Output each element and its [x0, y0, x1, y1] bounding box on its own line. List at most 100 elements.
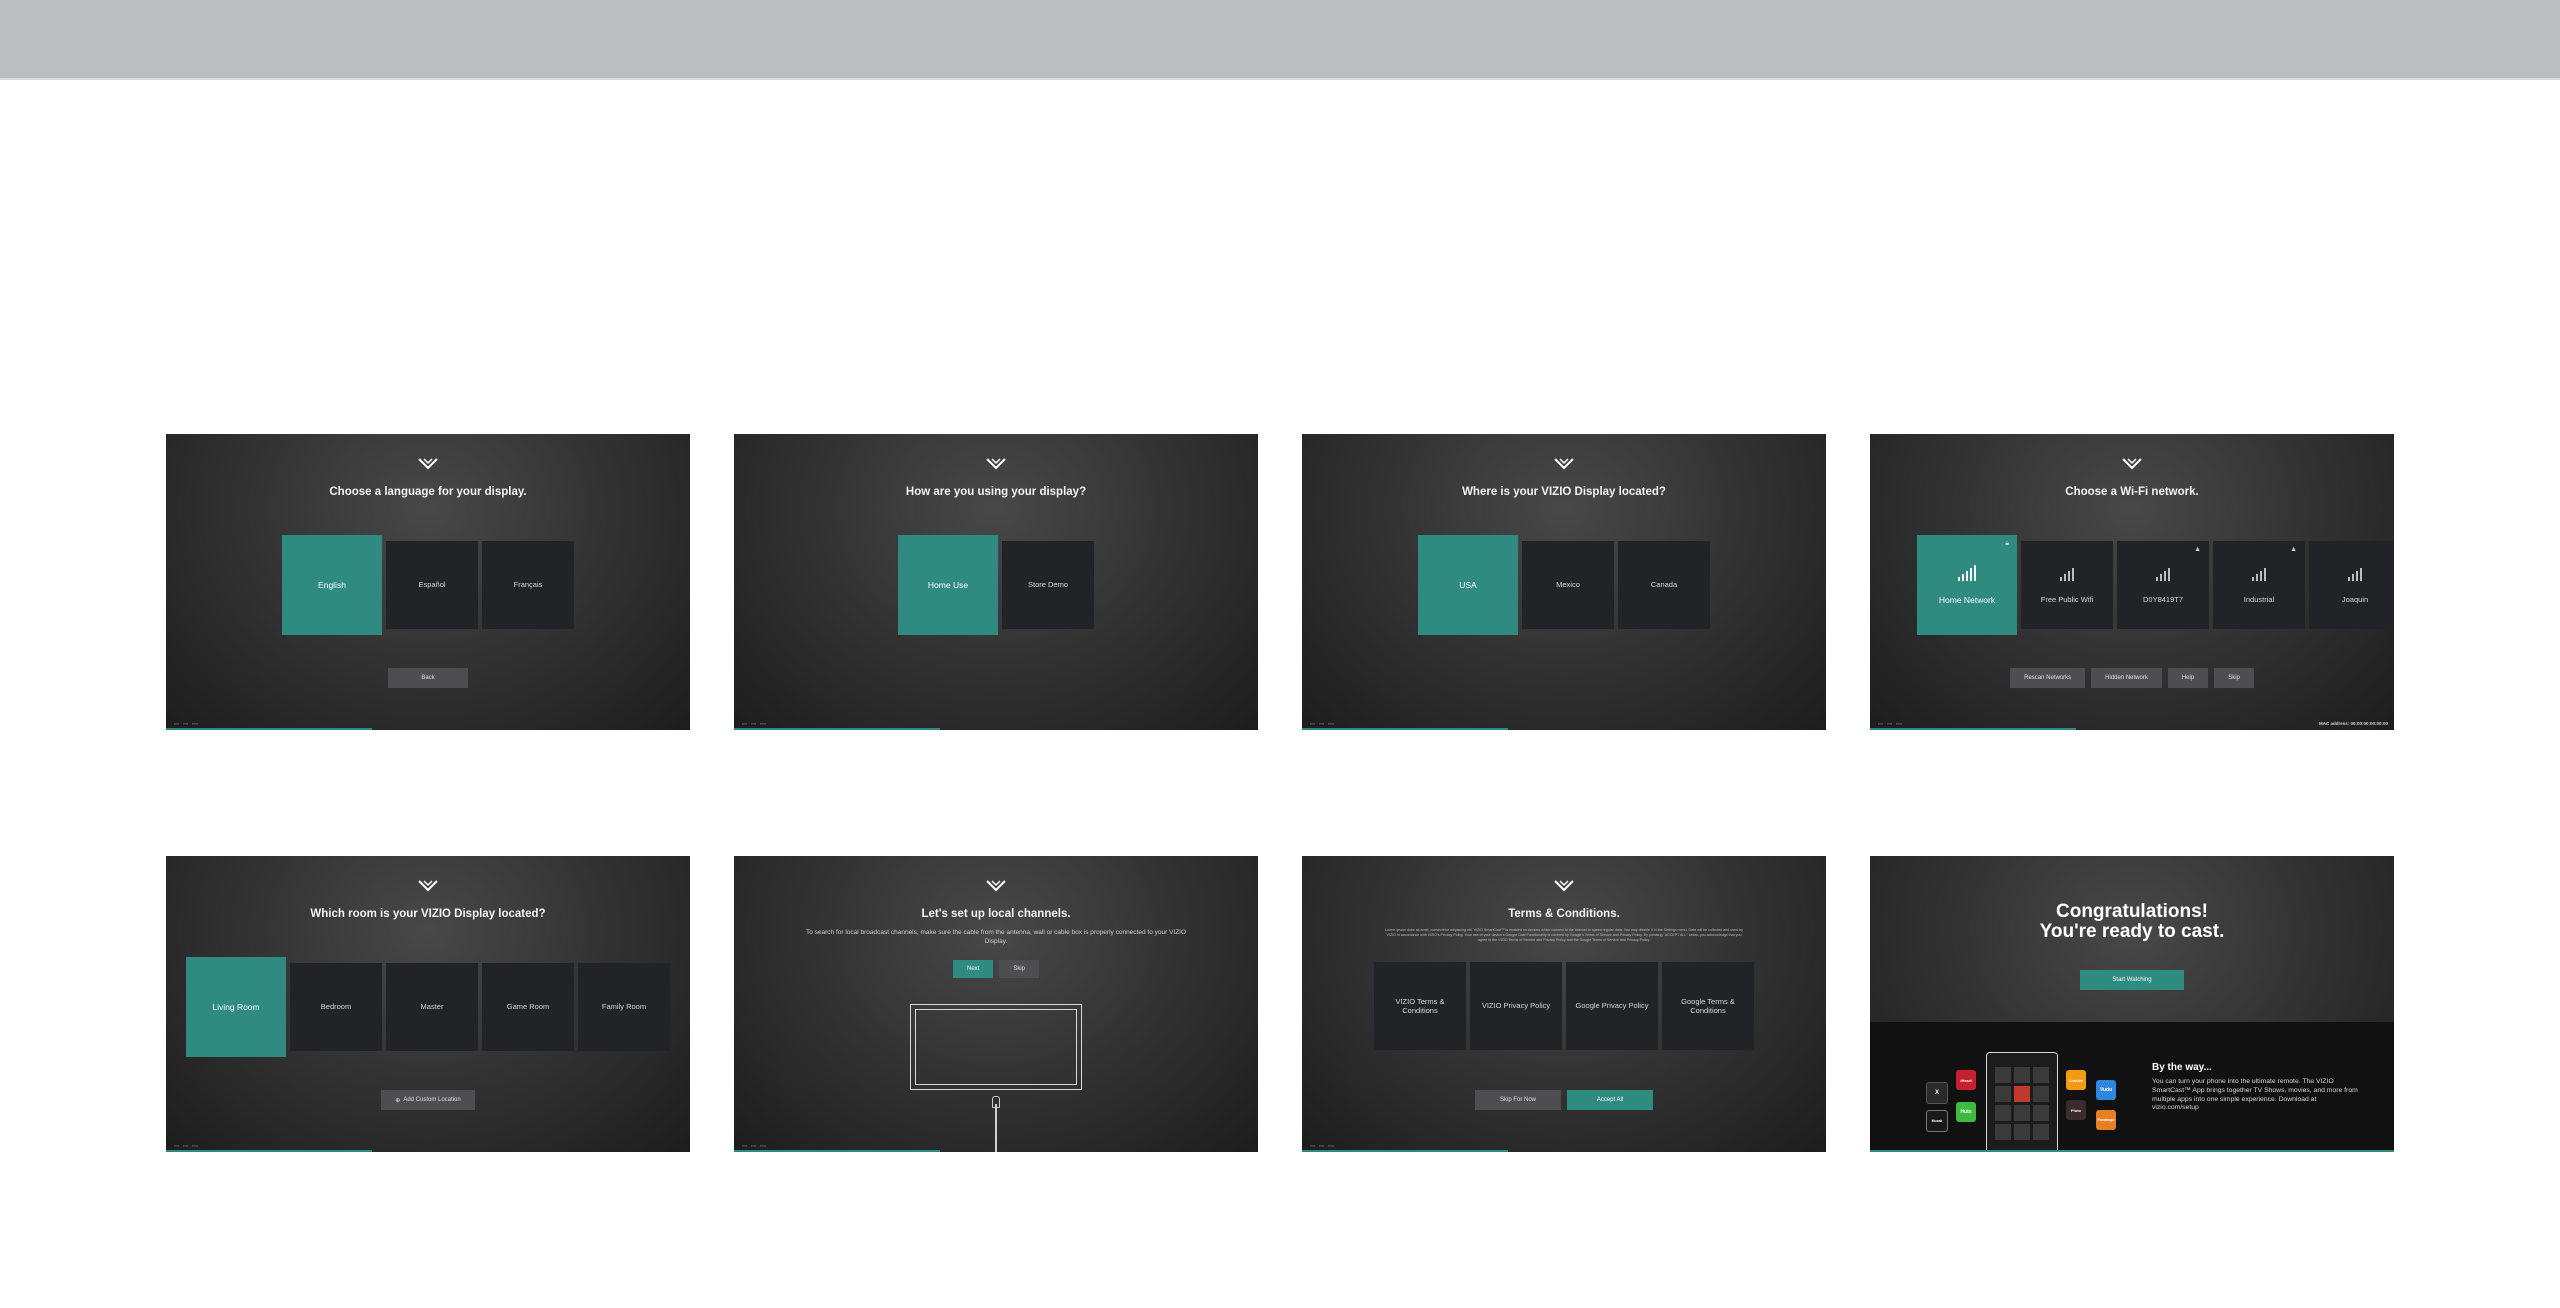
screen-usage: How are you using your display? Home Use… [734, 434, 1258, 730]
hidden-network-button[interactable]: Hidden Network [2091, 668, 2162, 688]
crackle-app-icon: Crackle [2066, 1070, 2086, 1090]
network-name: Joaquin [2341, 595, 2369, 605]
skip-button[interactable]: Skip [2214, 668, 2254, 688]
lock-icon: 🔒︎ [2005, 540, 2009, 547]
network-name: Free Public Wifi [2040, 595, 2094, 605]
progress-bar [1302, 728, 1508, 730]
wifi-signal-icon [2348, 565, 2362, 582]
skip-button[interactable]: Skip [999, 960, 1039, 978]
tile-master[interactable]: Master [386, 963, 478, 1051]
fandango-app-icon: Fandango [2096, 1110, 2116, 1130]
description: To search for local broadcast channels, … [805, 929, 1187, 945]
page-title: How are you using your display? [905, 486, 1087, 498]
network-joaquin[interactable]: Joaquin [2309, 541, 2394, 629]
breadcrumb: ▪▪▪▪ ▪▪▪▪ ▪▪▪▪▪ [742, 1144, 767, 1148]
tile-family-room[interactable]: Family Room [578, 963, 670, 1051]
progress-bar [1870, 728, 2076, 730]
breadcrumb: ▪▪▪▪ ▪▪▪▪ ▪▪▪▪▪ [174, 722, 199, 726]
tile-bedroom[interactable]: Bedroom [290, 963, 382, 1051]
breadcrumb: ▪▪▪▪ ▪▪▪▪ ▪▪▪▪▪ [1310, 722, 1335, 726]
start-watching-button[interactable]: Start Watching [2080, 970, 2184, 990]
muzak-app-icon: Muzak [1926, 1110, 1948, 1132]
vizio-logo-icon [986, 458, 1006, 470]
wifi-signal-icon [2060, 565, 2074, 582]
cable-illustration [995, 1104, 997, 1152]
tv-illustration [910, 1004, 1082, 1090]
top-banner [0, 0, 2560, 80]
congrats-heading: Congratulations! You're ready to cast. [1870, 902, 2394, 942]
progress-bar [166, 1150, 372, 1152]
accept-all-button[interactable]: Accept All [1567, 1090, 1653, 1110]
vizio-logo-icon [986, 880, 1006, 892]
tile-vizio-terms[interactable]: VIZIO Terms & Conditions [1374, 962, 1466, 1050]
breadcrumb: ▪▪▪▪ ▪▪▪▪ ▪▪▪▪▪ [1878, 722, 1903, 726]
page-title: Choose a language for your display. [329, 486, 527, 498]
tile-google-terms[interactable]: Google Terms & Conditions [1662, 962, 1754, 1050]
congrats-line-2: You're ready to cast. [2039, 920, 2225, 942]
network-name: Home Network [1938, 594, 1996, 605]
breadcrumb: ▪▪▪▪ ▪▪▪▪ ▪▪▪▪▪ [742, 722, 767, 726]
screen-language: Choose a language for your display. Engl… [166, 434, 690, 730]
tile-english[interactable]: English [282, 535, 382, 635]
next-button[interactable]: Next [952, 960, 994, 978]
screen-location: Where is your VIZIO Display located? USA… [1302, 434, 1826, 730]
congrats-line-1: Congratulations! [2056, 901, 2208, 922]
breadcrumb: ▪▪▪▪ ▪▪▪▪ ▪▪▪▪▪ [174, 1144, 199, 1148]
by-the-way-text: You can turn your phone into the ultimat… [2152, 1078, 2358, 1112]
progress-bar [1870, 1150, 2394, 1152]
tile-google-privacy[interactable]: Google Privacy Policy [1566, 962, 1658, 1050]
network-free-public[interactable]: Free Public Wifi [2021, 541, 2113, 629]
wifi-signal-icon [1958, 564, 1976, 581]
vudu-app-icon: Vudu [2096, 1080, 2116, 1100]
vizio-logo-icon [418, 880, 438, 892]
vizio-logo-icon [2122, 458, 2142, 470]
network-name: D0Y8419T7 [2142, 595, 2184, 605]
iheart-app-icon: iHeart [1956, 1070, 1976, 1090]
tile-game-room[interactable]: Game Room [482, 963, 574, 1051]
x-app-icon: X [1926, 1082, 1948, 1104]
page-title: Where is your VIZIO Display located? [1462, 486, 1666, 498]
page-title: Terms & Conditions. [1508, 908, 1620, 920]
phone-illustration [1986, 1052, 2058, 1152]
progress-bar [1302, 1150, 1508, 1152]
tile-espanol[interactable]: Español [386, 541, 478, 629]
tile-usa[interactable]: USA [1418, 535, 1518, 635]
page-title: Choose a Wi-Fi network. [2065, 486, 2199, 498]
screen-terms: Terms & Conditions. Lorem ipsum dolor si… [1302, 856, 1826, 1152]
lock-icon: ▲ [2290, 546, 2297, 553]
progress-bar [166, 728, 372, 730]
by-the-way-heading: By the way... [2152, 1062, 2212, 1073]
vizio-logo-icon [418, 458, 438, 470]
vizio-logo-icon [1554, 458, 1574, 470]
network-industrial[interactable]: ▲ Industrial [2213, 541, 2305, 629]
breadcrumb: ▪▪▪▪ ▪▪▪▪ ▪▪▪▪▪ [1310, 1144, 1335, 1148]
tile-canada[interactable]: Canada [1618, 541, 1710, 629]
plus-icon: ⊕ [395, 1097, 401, 1104]
pluto-app-icon: Pluto [2066, 1100, 2086, 1120]
mac-address: MAC address: 00:00:00:00:00:00 [2318, 721, 2388, 726]
terms-text: Lorem ipsum dolor sit amet, consectetur … [1385, 928, 1743, 942]
back-button[interactable]: Back [388, 668, 468, 688]
progress-bar [734, 1150, 940, 1152]
tile-living-room[interactable]: Living Room [186, 957, 286, 1057]
tile-mexico[interactable]: Mexico [1522, 541, 1614, 629]
network-home[interactable]: 🔒︎ Home Network [1917, 535, 2017, 635]
screen-room: Which room is your VIZIO Display located… [166, 856, 690, 1152]
wifi-signal-icon [2252, 565, 2266, 582]
lock-icon: ▲ [2194, 546, 2201, 553]
tile-store-demo[interactable]: Store Demo [1002, 541, 1094, 629]
tile-francais[interactable]: Français [482, 541, 574, 629]
hulu-app-icon: Hulu [1956, 1102, 1976, 1122]
screen-channels: Let's set up local channels. To search f… [734, 856, 1258, 1152]
rescan-networks-button[interactable]: Rescan Networks [2010, 668, 2086, 688]
help-button[interactable]: Help [2167, 668, 2209, 688]
progress-bar [734, 728, 940, 730]
network-d0y8419t7[interactable]: ▲ D0Y8419T7 [2117, 541, 2209, 629]
tile-home-use[interactable]: Home Use [898, 535, 998, 635]
screen-congrats: Congratulations! You're ready to cast. S… [1870, 856, 2394, 1152]
add-custom-location-button[interactable]: ⊕ Add Custom Location [381, 1090, 475, 1110]
page-title: Which room is your VIZIO Display located… [310, 908, 546, 920]
tile-vizio-privacy[interactable]: VIZIO Privacy Policy [1470, 962, 1562, 1050]
skip-for-now-button[interactable]: Skip For Now [1475, 1090, 1561, 1110]
vizio-logo-icon [1554, 880, 1574, 892]
